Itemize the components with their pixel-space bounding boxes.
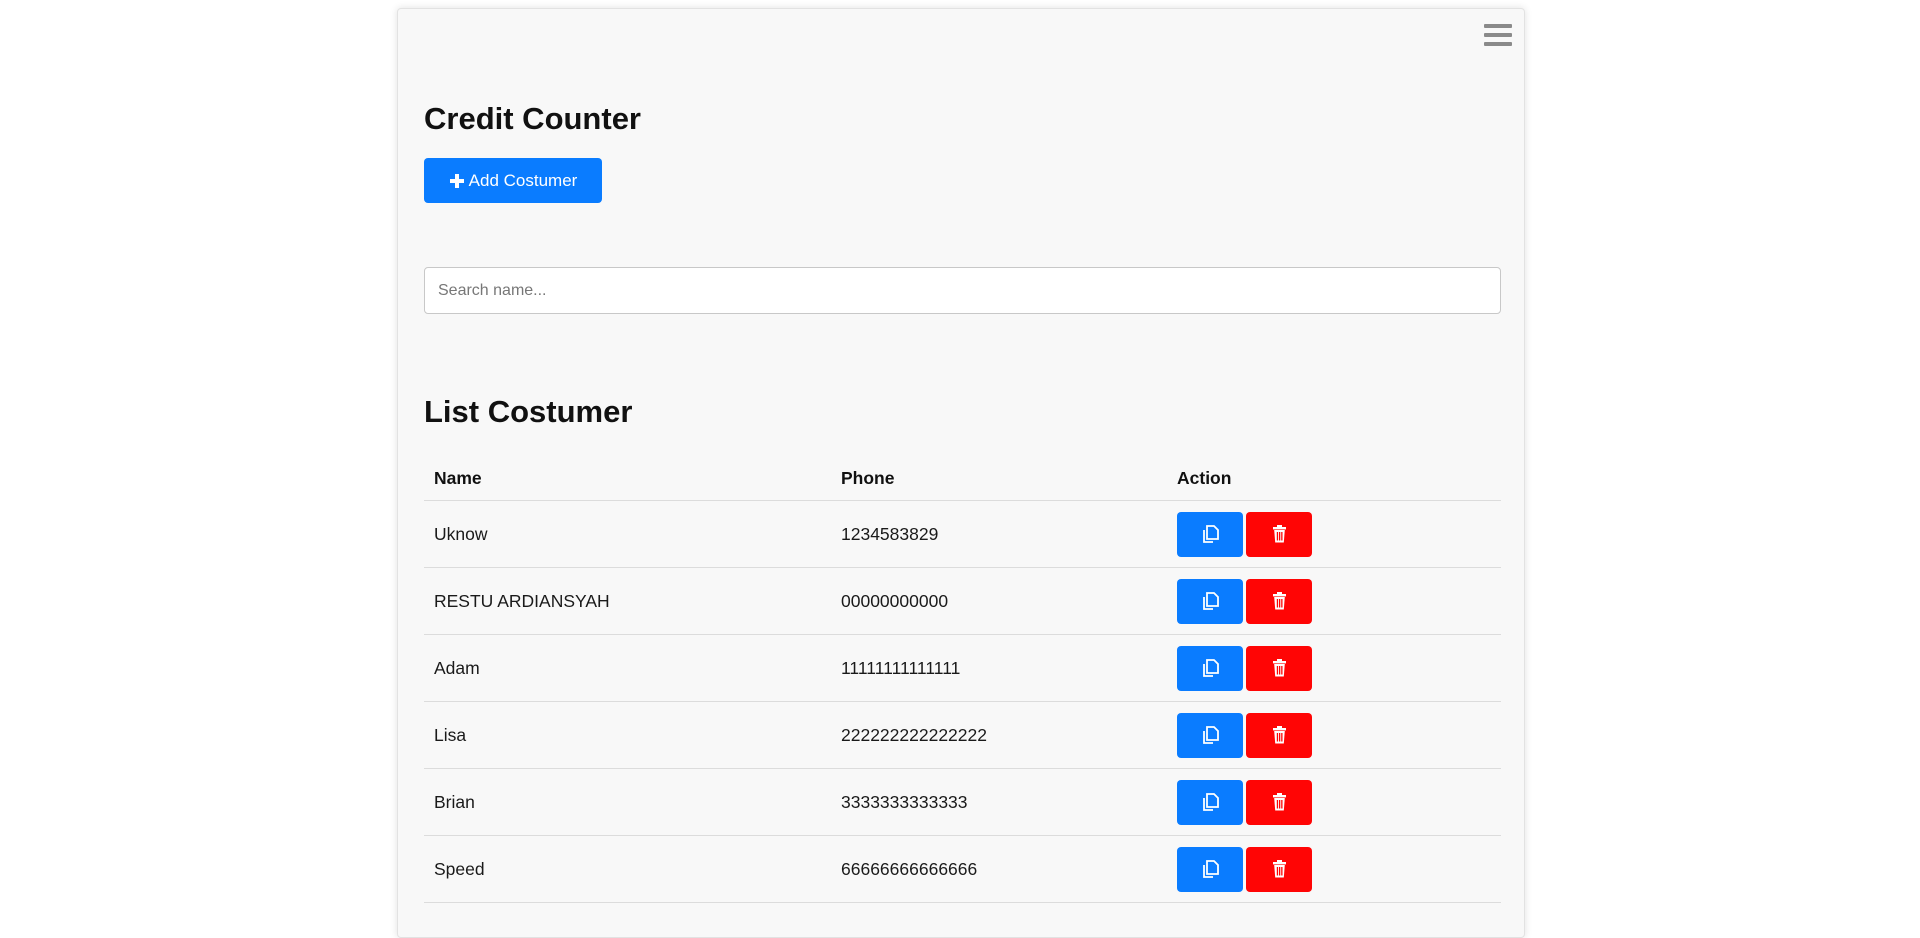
- table-row: Uknow 1234583829: [424, 500, 1501, 568]
- cell-actions: [1177, 500, 1501, 568]
- hamburger-menu-icon[interactable]: [1484, 24, 1512, 50]
- cell-phone: 11111111111111: [831, 634, 1177, 702]
- column-header-phone: Phone: [831, 456, 1177, 501]
- delete-button[interactable]: [1246, 846, 1312, 892]
- plus-icon: [449, 173, 464, 188]
- copy-button[interactable]: [1177, 846, 1243, 892]
- table-row: Speed 66666666666666: [424, 835, 1501, 903]
- delete-button[interactable]: [1246, 511, 1312, 557]
- delete-button[interactable]: [1246, 645, 1312, 691]
- trash-icon: [1272, 525, 1286, 543]
- copy-button[interactable]: [1177, 779, 1243, 825]
- copy-button[interactable]: [1177, 712, 1243, 758]
- cell-name: RESTU ARDIANSYAH: [424, 567, 831, 635]
- copy-icon: [1202, 860, 1219, 878]
- copy-button[interactable]: [1177, 645, 1243, 691]
- cell-phone: 66666666666666: [831, 835, 1177, 903]
- cell-phone: 3333333333333: [831, 768, 1177, 836]
- cell-name: Adam: [424, 634, 831, 702]
- trash-icon: [1272, 659, 1286, 677]
- cell-actions: [1177, 835, 1501, 903]
- delete-button[interactable]: [1246, 712, 1312, 758]
- trash-icon: [1272, 793, 1286, 811]
- column-header-name: Name: [424, 456, 831, 501]
- cell-name: Speed: [424, 835, 831, 903]
- trash-icon: [1272, 592, 1286, 610]
- cell-actions: [1177, 567, 1501, 635]
- cell-phone: 00000000000: [831, 567, 1177, 635]
- delete-button[interactable]: [1246, 578, 1312, 624]
- search-input[interactable]: [424, 267, 1501, 314]
- main-panel: Credit Counter Add Costumer List Costume…: [397, 8, 1525, 938]
- cell-actions: [1177, 701, 1501, 769]
- add-costumer-label: Add Costumer: [468, 170, 578, 190]
- table-header-row: Name Phone Action: [424, 456, 1501, 501]
- trash-icon: [1272, 860, 1286, 878]
- add-costumer-button[interactable]: Add Costumer: [424, 158, 602, 203]
- table-row: Brian 3333333333333: [424, 768, 1501, 836]
- copy-button[interactable]: [1177, 511, 1243, 557]
- cell-name: Lisa: [424, 701, 831, 769]
- table-row: RESTU ARDIANSYAH 00000000000: [424, 567, 1501, 635]
- delete-button[interactable]: [1246, 779, 1312, 825]
- cell-name: Uknow: [424, 500, 831, 568]
- cell-name: Brian: [424, 768, 831, 836]
- copy-icon: [1202, 659, 1219, 677]
- cell-actions: [1177, 634, 1501, 702]
- page-title: Credit Counter: [424, 101, 641, 136]
- copy-icon: [1202, 525, 1219, 543]
- customer-table: Name Phone Action Uknow 1234583829 RESTU A…: [424, 456, 1501, 903]
- copy-icon: [1202, 592, 1219, 610]
- table-row: Adam 11111111111111: [424, 634, 1501, 702]
- cell-phone: 1234583829: [831, 500, 1177, 568]
- copy-icon: [1202, 726, 1219, 744]
- column-header-action: Action: [1177, 456, 1501, 501]
- trash-icon: [1272, 726, 1286, 744]
- cell-phone: 222222222222222: [831, 701, 1177, 769]
- copy-button[interactable]: [1177, 578, 1243, 624]
- cell-actions: [1177, 768, 1501, 836]
- list-title: List Costumer: [424, 394, 633, 429]
- copy-icon: [1202, 793, 1219, 811]
- table-row: Lisa 222222222222222: [424, 701, 1501, 769]
